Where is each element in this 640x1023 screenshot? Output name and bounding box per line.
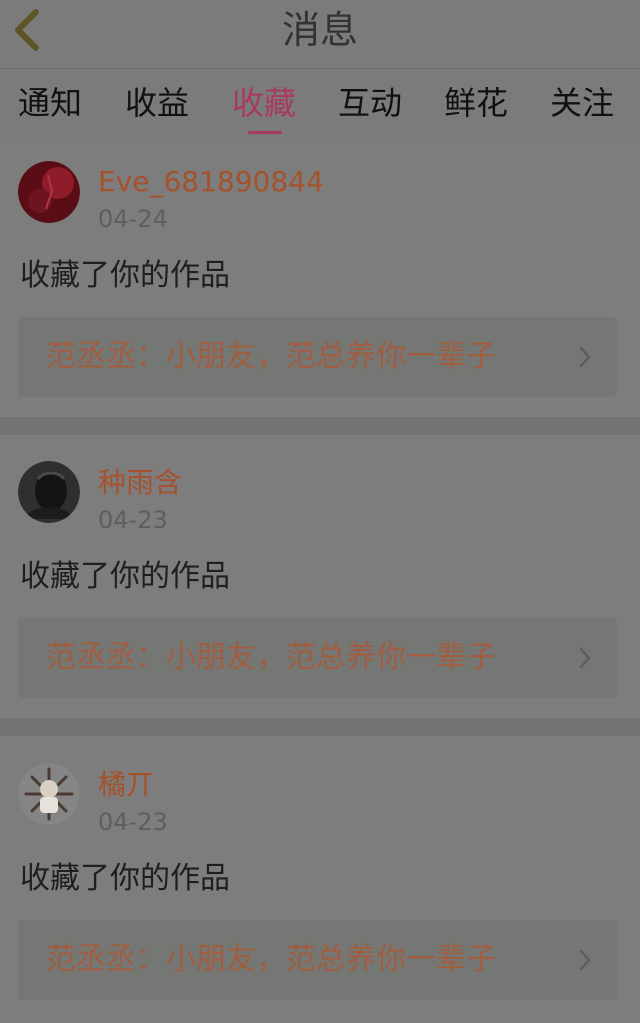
work-title: 范丞丞：小朋友，范总养你一辈子 <box>46 339 496 374</box>
chevron-right-icon <box>579 346 591 368</box>
avatar[interactable] <box>18 161 80 223</box>
avatar[interactable] <box>18 763 80 825</box>
message-date: 04-23 <box>98 506 168 534</box>
work-link[interactable]: 范丞丞：小朋友，范总养你一辈子 <box>18 920 617 1000</box>
username[interactable]: Eve_681890844 <box>98 166 324 198</box>
tab-follows[interactable]: 关注 <box>550 83 614 123</box>
work-title: 范丞丞：小朋友，范总养你一辈子 <box>46 640 496 675</box>
message-card: 橘丌 04-23 收藏了你的作品 范丞丞：小朋友，范总养你一辈子 <box>0 736 640 1023</box>
message-card: 种雨含 04-23 收藏了你的作品 范丞丞：小朋友，范总养你一辈子 <box>0 435 640 718</box>
message-action: 收藏了你的作品 <box>20 258 230 293</box>
chevron-right-icon <box>579 949 591 971</box>
work-title: 范丞丞：小朋友，范总养你一辈子 <box>46 942 496 977</box>
header-bar: 消息 <box>0 0 640 69</box>
username[interactable]: 种雨含 <box>98 467 182 499</box>
message-date: 04-24 <box>98 205 168 233</box>
message-action: 收藏了你的作品 <box>20 861 230 896</box>
username[interactable]: 橘丌 <box>98 769 154 801</box>
page-title: 消息 <box>281 8 358 52</box>
message-card: Eve_681890844 04-24 收藏了你的作品 范丞丞：小朋友，范总养你… <box>0 141 640 417</box>
tab-bar: 通知 收益 收藏 互动 鲜花 关注 <box>0 69 640 141</box>
section-divider <box>0 718 640 736</box>
tab-favorites[interactable]: 收藏 <box>232 83 296 123</box>
section-divider <box>0 417 640 435</box>
tab-notifications[interactable]: 通知 <box>18 83 82 123</box>
work-link[interactable]: 范丞丞：小朋友，范总养你一辈子 <box>18 618 617 698</box>
tab-earnings[interactable]: 收益 <box>125 83 189 123</box>
tab-flowers[interactable]: 鲜花 <box>444 83 508 123</box>
work-link[interactable]: 范丞丞：小朋友，范总养你一辈子 <box>18 317 617 397</box>
chevron-right-icon <box>579 647 591 669</box>
avatar[interactable] <box>18 461 80 523</box>
tab-interactions[interactable]: 互动 <box>338 83 402 123</box>
active-tab-indicator <box>248 131 282 134</box>
message-date: 04-23 <box>98 808 168 836</box>
message-action: 收藏了你的作品 <box>20 559 230 594</box>
